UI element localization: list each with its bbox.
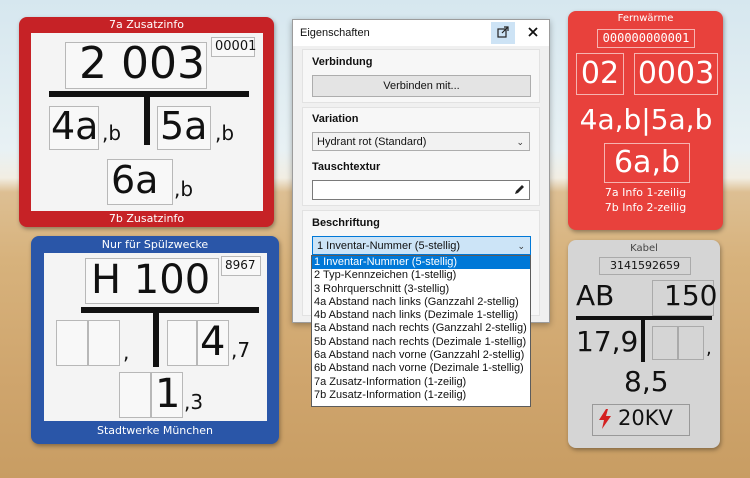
sign-inventory: 000000000001 (597, 29, 695, 48)
sign-right-suffix: ,7 (231, 338, 251, 362)
variation-section: Variation Hydrant rot (Standard) ⌄ Tausc… (302, 107, 540, 206)
dropdown-option[interactable]: 1 Inventar-Nummer (5-stellig) (312, 256, 530, 270)
dropdown-option[interactable]: 5b Abstand nach rechts (Dezimale 1-stell… (312, 336, 530, 349)
sign-vertical-bar (153, 307, 159, 367)
label-select[interactable]: 1 Inventar-Nummer (5-stellig) ⌄ (312, 236, 531, 255)
dropdown-option[interactable]: 2 Typ-Kennzeichen (1-stellig) (312, 269, 530, 282)
chevron-down-icon: ⌄ (516, 137, 524, 147)
close-icon (528, 26, 538, 40)
label-title: Beschriftung (312, 217, 380, 229)
label-dropdown-list: 1 Inventar-Nummer (5-stellig) 2 Typ-Kenn… (311, 255, 531, 407)
sign-right-suffix: ,b (215, 121, 235, 145)
panel-header: Eigenschaften (293, 20, 549, 46)
variation-value: Hydrant rot (Standard) (317, 136, 427, 148)
dropdown-option[interactable]: 6b Abstand nach vorne (Dezimale 1-stelli… (312, 362, 530, 375)
sign-voltage: 20KV (618, 406, 673, 430)
sign-right-suffix: , (706, 338, 712, 359)
sign-info-line-2: 7b Info 2-zeilig (604, 201, 687, 214)
sign-vertical-bar (144, 91, 150, 145)
sign-bottom-suffix: ,3 (184, 390, 204, 414)
hydrant-sign-blue[interactable]: Nur für Spülzwecke Stadtwerke München H … (31, 236, 279, 444)
connection-section: Verbindung Verbinden mit... (302, 49, 540, 103)
sign-number-right: 0003 (634, 53, 718, 95)
connect-button[interactable]: Verbinden mit... (312, 75, 531, 97)
sign-right-value: 5a (160, 104, 208, 148)
label-value: 1 Inventar-Nummer (5-stellig) (317, 240, 461, 252)
sign-inventory: 8967 (225, 258, 256, 272)
panel-title: Eigenschaften (300, 27, 370, 39)
sign-right-value: 4 (200, 319, 226, 365)
sign-info-line-1: 7a Info 1-zeilig (604, 186, 687, 199)
sign-top-label: Nur für Spülzwecke (101, 238, 209, 251)
popout-button[interactable] (491, 22, 515, 44)
popout-icon (497, 25, 509, 41)
chevron-down-icon: ⌄ (517, 241, 525, 251)
close-button[interactable] (521, 22, 545, 44)
sign-bottom-value: 1 (155, 371, 181, 417)
texture-title: Tauschtextur (312, 161, 381, 173)
sign-bottom-value: 6a,b (604, 143, 690, 183)
sign-number: 2 003 (79, 38, 205, 89)
dropdown-option[interactable]: 4a Abstand nach links (Ganzzahl 2-stelli… (312, 296, 530, 309)
sign-top-label: Kabel (630, 243, 658, 254)
dropdown-option[interactable]: 3 Rohrquerschnitt (3-stellig) (312, 283, 530, 296)
sign-vertical-bar (641, 316, 645, 362)
sign-bottom-value: 8,5 (624, 365, 669, 398)
sign-bottom-label: 7b Zusatzinfo (108, 212, 185, 225)
variation-title: Variation (312, 113, 359, 125)
dropdown-option[interactable]: 7a Zusatz-Information (1-zeilig) (312, 376, 530, 389)
sign-number-right: 150 (664, 279, 718, 312)
sign-number-left: 02 (576, 53, 624, 95)
sign-inventory: 00001 (215, 39, 257, 54)
sign-bottom-value: 6a (111, 158, 159, 202)
dropdown-option[interactable]: 7b Zusatz-Information (1-zeilig) (312, 389, 530, 402)
sign-horizontal-bar (81, 307, 259, 313)
sign-number-left: AB (576, 279, 615, 312)
sign-top-label: 7a Zusatzinfo (109, 18, 184, 31)
sign-left-suffix: ,b (102, 121, 122, 145)
sign-inventory: 3141592659 (599, 257, 691, 275)
sign-left-value: 17,9 (576, 325, 639, 358)
dropdown-option[interactable]: 4b Abstand nach links (Dezimale 1-stelli… (312, 309, 530, 322)
sign-bottom-suffix: ,b (174, 177, 194, 201)
pencil-icon[interactable] (514, 184, 525, 198)
cable-sign[interactable]: Kabel 3141592659 AB 150 17,9 , 8,5 20KV (568, 240, 720, 448)
variation-select[interactable]: Hydrant rot (Standard) ⌄ (312, 132, 530, 151)
sign-middle-value: 4a,b|5a,b (579, 103, 713, 136)
dropdown-option[interactable]: 6a Abstand nach vorne (Ganzzahl 2-stelli… (312, 349, 530, 362)
sign-left-suffix: , (123, 340, 130, 364)
sign-left-value: 4a (51, 104, 99, 148)
texture-input[interactable] (312, 180, 530, 200)
sign-number: H 100 (91, 257, 211, 303)
lightning-bolt-icon (598, 409, 612, 433)
hydrant-sign-red[interactable]: 7a Zusatzinfo 7b Zusatzinfo 2 003 00001 … (19, 17, 274, 227)
district-heating-sign[interactable]: Fernwärme 000000000001 02 0003 4a,b|5a,b… (568, 11, 723, 230)
sign-top-label: Fernwärme (617, 13, 674, 24)
dropdown-option[interactable]: 5a Abstand nach rechts (Ganzzahl 2-stell… (312, 322, 530, 335)
connection-title: Verbindung (312, 56, 373, 68)
sign-bottom-label: Stadtwerke München (96, 424, 214, 437)
